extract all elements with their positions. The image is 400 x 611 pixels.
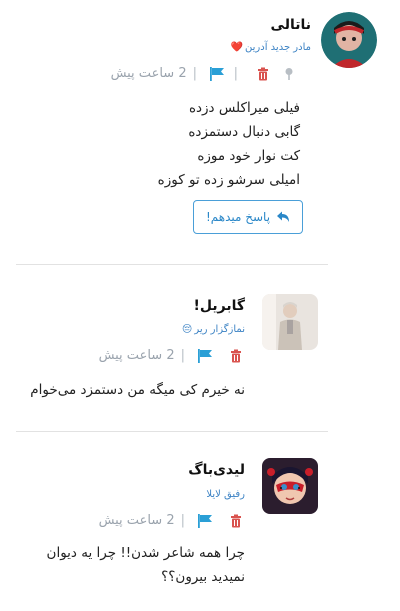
flag-icon[interactable] xyxy=(198,348,213,363)
user-badge: رفیق لایلا xyxy=(206,489,245,500)
badge-label: رفیق لایلا xyxy=(206,489,245,500)
flag-icon[interactable] xyxy=(210,66,225,81)
trash-icon[interactable] xyxy=(229,349,243,363)
comment-line: نه خیرم کی میگه من دستمزد می‌خوام xyxy=(30,382,245,398)
pin-icon[interactable] xyxy=(282,67,296,81)
separator: | xyxy=(180,348,185,363)
comment-meta: | xyxy=(228,66,296,81)
action-icons: | xyxy=(228,66,296,81)
divider xyxy=(16,264,328,265)
comment-line: کت نوار خود موزه xyxy=(197,148,300,164)
comment-author[interactable]: لیدی‌باگ xyxy=(188,462,245,478)
sad-emoji: 😔 xyxy=(181,324,193,335)
reply-arrow-icon xyxy=(276,210,290,224)
comment-time-row: | 2 ساعت پیش xyxy=(99,513,243,528)
separator: | xyxy=(180,513,185,528)
comment-body: نه خیرم کی میگه من دستمزد می‌خوام xyxy=(30,378,245,402)
comment-author[interactable]: گابریل! xyxy=(193,298,245,314)
separator: | xyxy=(233,66,238,81)
comment-time: 2 ساعت پیش xyxy=(98,513,175,528)
user-badge: نمازگزار ریر 😔 xyxy=(182,324,245,335)
avatar[interactable] xyxy=(262,458,318,514)
divider xyxy=(16,431,328,432)
user-badge: مادر جدید آدرین ❤️ xyxy=(231,42,311,53)
separator: | xyxy=(192,66,197,81)
comment-line: گابی دنبال دستمزده xyxy=(188,124,300,140)
comment-author[interactable]: ناتالی xyxy=(271,17,311,33)
badge-label: مادر جدید آدرین xyxy=(245,42,311,53)
comment-time-row: | 2 ساعت پیش xyxy=(99,348,243,363)
flag-icon[interactable] xyxy=(198,513,213,528)
avatar[interactable] xyxy=(262,294,318,350)
comment-time: 2 ساعت پیش xyxy=(110,66,187,81)
trash-icon[interactable] xyxy=(256,67,270,81)
comment-body: فیلی میراکلس دزده گابی دنبال دستمزده کت … xyxy=(158,96,300,192)
trash-icon[interactable] xyxy=(229,514,243,528)
heart-emoji: ❤️ xyxy=(230,42,244,53)
comment-line: نمیدید بیرون؟؟ xyxy=(161,569,245,585)
comment-line: فیلی میراکلس دزده xyxy=(188,100,300,116)
comment-body: چرا همه شاعر شدن!! چرا یه دیوان نمیدید ب… xyxy=(47,541,245,589)
reply-label: پاسخ میدهم! xyxy=(205,210,271,224)
avatar[interactable] xyxy=(321,12,377,68)
comment-time: 2 ساعت پیش xyxy=(98,348,175,363)
comment-line: چرا همه شاعر شدن!! چرا یه دیوان xyxy=(46,545,245,561)
comment-time-row: | 2 ساعت پیش xyxy=(111,66,225,81)
reply-button[interactable]: پاسخ میدهم! xyxy=(193,200,303,234)
badge-label: نمازگزار ریر xyxy=(194,324,245,335)
comment-line: امیلی سرشو زده تو کوزه xyxy=(157,172,300,188)
